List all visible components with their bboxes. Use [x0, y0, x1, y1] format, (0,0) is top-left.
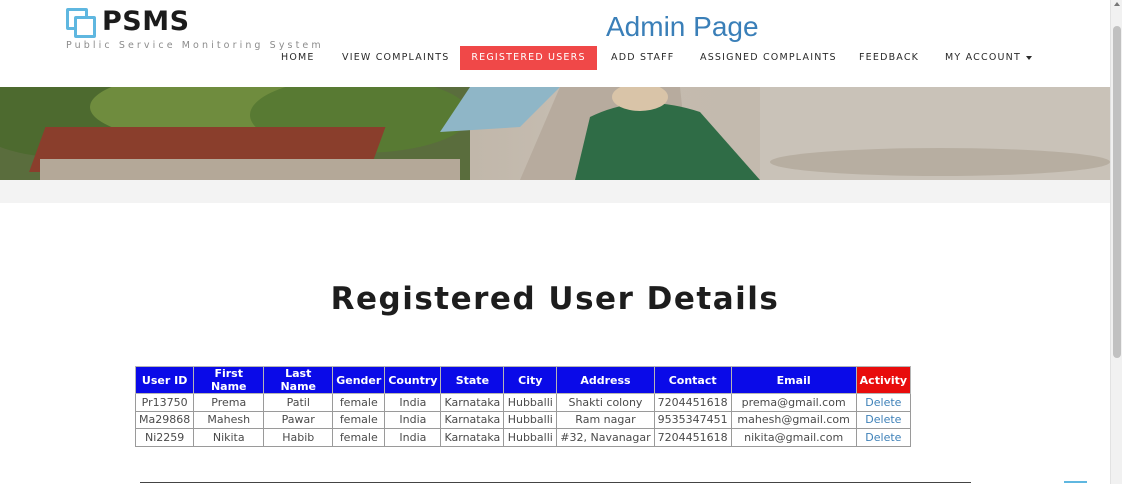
table-header-row: User ID First Name Last Name Gender Coun… [134, 366, 912, 394]
cell-address: Shakti colony [556, 393, 655, 412]
table-row: Ma29868 Mahesh Pawar female India Karnat… [134, 410, 912, 429]
footer-divider [140, 482, 971, 483]
cell-contact: 9535347451 [653, 410, 732, 429]
banner-image [0, 87, 1110, 180]
col-header: Email [730, 366, 857, 394]
scroll-to-top-button[interactable] [1064, 481, 1087, 483]
delete-link[interactable]: Delete [855, 428, 912, 447]
col-header-activity: Activity [855, 366, 912, 394]
cell-gender: female [332, 428, 386, 447]
logo-squares-icon [66, 8, 98, 40]
col-header: Last Name [263, 366, 334, 394]
nav-registered-users[interactable]: REGISTERED USERS [460, 46, 597, 70]
cell-last-name: Habib [263, 428, 334, 447]
col-header: First Name [193, 366, 265, 394]
caret-down-icon [1025, 55, 1032, 60]
col-header: City [503, 366, 558, 394]
table-row: Ni2259 Nikita Habib female India Karnata… [134, 428, 912, 447]
cell-user-id: Ma29868 [134, 410, 195, 429]
delete-link[interactable]: Delete [855, 393, 912, 412]
cell-country: India [384, 428, 442, 447]
cell-contact: 7204451618 [653, 393, 732, 412]
section-title: Registered User Details [330, 281, 780, 317]
nav-add-staff[interactable]: ADD STAFF [611, 46, 674, 70]
cell-first-name: Nikita [193, 428, 265, 447]
cell-first-name: Prema [193, 393, 265, 412]
banner-bottom-strip [0, 180, 1110, 203]
site-header: PSMS Public Service Monitoring System Ad… [0, 0, 1110, 87]
cell-user-id: Pr13750 [134, 393, 195, 412]
nav-feedback[interactable]: FEEDBACK [859, 46, 919, 70]
cell-user-id: Ni2259 [134, 428, 195, 447]
col-header: Address [556, 366, 655, 394]
scrollbar-thumb[interactable] [1113, 26, 1121, 358]
nav-assigned-complaints[interactable]: ASSIGNED COMPLAINTS [700, 46, 837, 70]
cell-city: Hubballi [503, 428, 558, 447]
page-scrollbar[interactable] [1110, 0, 1122, 484]
cell-email: prema@gmail.com [730, 393, 857, 412]
cell-gender: female [332, 410, 386, 429]
col-header: Contact [653, 366, 732, 394]
scroll-up-arrow-icon[interactable] [1114, 2, 1120, 6]
nav-my-account[interactable]: MY ACCOUNT [945, 46, 1032, 70]
cell-city: Hubballi [503, 410, 558, 429]
col-header: State [440, 366, 505, 394]
nav-my-account-label: MY ACCOUNT [945, 52, 1021, 63]
cell-gender: female [332, 393, 386, 412]
cell-country: India [384, 393, 442, 412]
cell-last-name: Patil [263, 393, 334, 412]
cell-address: #32, Navanagar [556, 428, 655, 447]
registered-users-table: User ID First Name Last Name Gender Coun… [134, 366, 912, 447]
cell-state: Karnataka [440, 410, 505, 429]
cell-email: nikita@gmail.com [730, 428, 857, 447]
cell-last-name: Pawar [263, 410, 334, 429]
cell-email: mahesh@gmail.com [730, 410, 857, 429]
logo-title: PSMS [102, 6, 190, 37]
nav-home[interactable]: HOME [281, 46, 315, 70]
cell-first-name: Mahesh [193, 410, 265, 429]
cell-address: Ram nagar [556, 410, 655, 429]
col-header: User ID [134, 366, 195, 394]
delete-link[interactable]: Delete [855, 410, 912, 429]
cell-state: Karnataka [440, 428, 505, 447]
cell-country: India [384, 410, 442, 429]
cell-city: Hubballi [503, 393, 558, 412]
page-heading: Admin Page [606, 11, 759, 42]
cell-state: Karnataka [440, 393, 505, 412]
nav-view-complaints[interactable]: VIEW COMPLAINTS [342, 46, 450, 70]
col-header: Country [384, 366, 442, 394]
col-header: Gender [332, 366, 386, 394]
cell-contact: 7204451618 [653, 428, 732, 447]
table-row: Pr13750 Prema Patil female India Karnata… [134, 393, 912, 412]
